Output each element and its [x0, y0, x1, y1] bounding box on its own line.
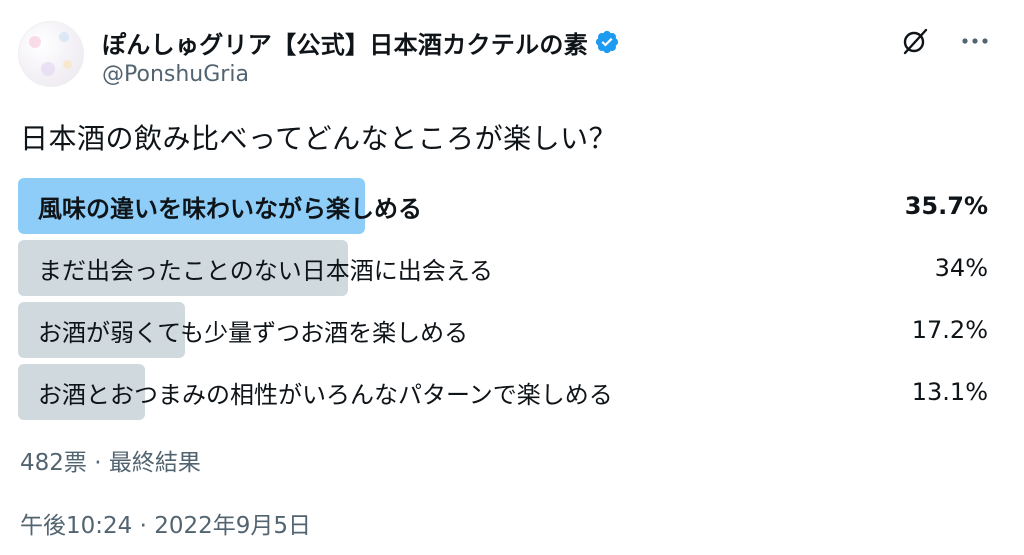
- more-button[interactable]: [958, 24, 992, 58]
- avatar-decoration: [63, 60, 72, 69]
- poll-option: まだ出会ったことのない日本酒に出会える 34%: [18, 240, 990, 296]
- poll-option-label: お酒が弱くても少量ずつお酒を楽しめる: [38, 318, 469, 347]
- grok-icon: [903, 28, 928, 55]
- poll-option: お酒が弱くても少量ずつお酒を楽しめる 17.2%: [18, 302, 990, 358]
- author-handle[interactable]: @PonshuGria: [102, 62, 249, 87]
- tweet-actions: [898, 24, 992, 58]
- poll-option-label: まだ出会ったことのない日本酒に出会える: [38, 256, 494, 285]
- poll-option-percent: 17.2%: [911, 316, 988, 344]
- poll-option: お酒とおつまみの相性がいろんなパターンで楽しめる 13.1%: [18, 364, 990, 420]
- poll-option-percent: 13.1%: [911, 378, 988, 406]
- verified-badge-icon: [595, 30, 619, 54]
- poll-option-percent: 35.7%: [904, 192, 988, 220]
- author-name-row: ぽんしゅグリア【公式】日本酒カクテルの素: [102, 24, 620, 60]
- poll-option-label: 風味の違いを味わいながら楽しめる: [38, 194, 422, 223]
- poll: 風味の違いを味わいながら楽しめる 35.7% まだ出会ったことのない日本酒に出会…: [18, 178, 990, 426]
- poll-option: 風味の違いを味わいながら楽しめる 35.7%: [18, 178, 990, 234]
- avatar-decoration: [59, 32, 69, 42]
- poll-option-percent: 34%: [934, 254, 988, 282]
- more-icon: [962, 38, 988, 44]
- avatar-decoration: [29, 36, 41, 48]
- poll-vote-summary: 482票 · 最終結果: [20, 450, 201, 476]
- avatar-decoration: [41, 62, 55, 76]
- avatar[interactable]: [18, 21, 84, 87]
- poll-option-label: お酒とおつまみの相性がいろんなパターンで楽しめる: [38, 380, 613, 409]
- grok-button[interactable]: [898, 24, 932, 58]
- tweet-text: 日本酒の飲み比べってどんなところが楽しい？: [20, 122, 618, 155]
- tweet-timestamp[interactable]: 午後10:24 · 2022年9月5日: [20, 506, 311, 540]
- author-display-name[interactable]: ぽんしゅグリア【公式】日本酒カクテルの素: [102, 25, 588, 60]
